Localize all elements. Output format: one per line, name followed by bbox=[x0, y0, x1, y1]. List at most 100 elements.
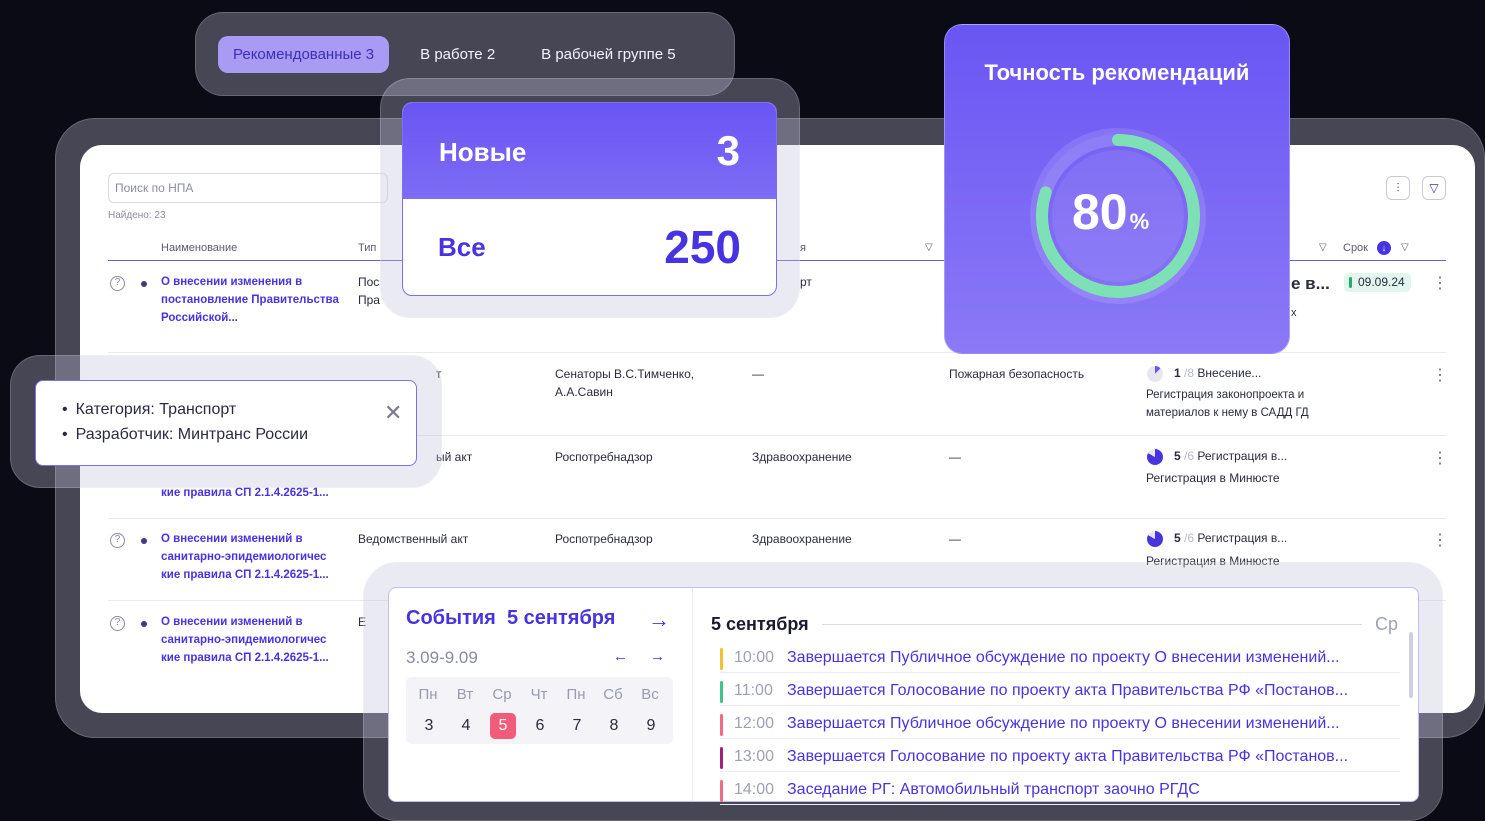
event-text[interactable]: Заседание РГ: Автомобильный транспорт за… bbox=[787, 781, 1200, 799]
table-row-name[interactable]: О внесении изменения в постановление Пра… bbox=[161, 273, 346, 327]
table-row-stage: 5 /6 Регистрация в... bbox=[1174, 449, 1288, 463]
calendar-weekday: Вс bbox=[641, 686, 659, 703]
table-row-sphere: Здравоохранение bbox=[752, 532, 852, 546]
row-menu-icon[interactable]: ⋮ bbox=[1432, 365, 1448, 385]
event-text[interactable]: Завершается Голосование по проекту акта … bbox=[787, 748, 1348, 766]
event-color-bar bbox=[720, 714, 723, 736]
events-title: События 5 сентября bbox=[406, 607, 615, 630]
tab-recommended[interactable]: Рекомендованные 3 bbox=[218, 36, 390, 73]
day-title: 5 сентября bbox=[711, 614, 809, 634]
next-week-icon[interactable]: → bbox=[650, 648, 665, 665]
search-input[interactable]: Поиск по НПА bbox=[108, 173, 388, 203]
table-row-type: Ведомственный акт bbox=[358, 532, 469, 546]
filter-card bbox=[35, 380, 417, 466]
table-row-sphere: — bbox=[752, 367, 764, 381]
help-icon[interactable]: ? bbox=[110, 616, 125, 631]
deadline-badge: 09.09.24 bbox=[1344, 273, 1411, 292]
arrow-right-icon[interactable]: → bbox=[648, 607, 670, 633]
events-title-date: 5 сентября bbox=[506, 607, 616, 629]
calendar-day[interactable]: 8 bbox=[601, 713, 627, 739]
header-sphere[interactable]: я bbox=[800, 242, 806, 254]
events-title-label: События bbox=[406, 607, 496, 629]
progress-ring-icon bbox=[1147, 366, 1163, 382]
filter-item: Категория: Транспорт bbox=[62, 401, 237, 419]
unread-dot bbox=[141, 621, 147, 627]
progress-ring-icon bbox=[1147, 449, 1163, 465]
unread-dot bbox=[141, 538, 147, 544]
table-row-stage: 1 /8 Внесение... bbox=[1174, 366, 1262, 380]
row-divider bbox=[108, 518, 1446, 519]
table-row-stage-sub: х bbox=[1291, 307, 1297, 319]
day-weekday: Ср bbox=[1375, 614, 1399, 634]
filter-icon[interactable]: ▽ bbox=[1422, 176, 1446, 200]
help-icon[interactable]: ? bbox=[110, 276, 125, 291]
help-icon[interactable]: ? bbox=[110, 533, 125, 548]
calendar-day[interactable]: 3 bbox=[416, 713, 442, 739]
table-row-author: Роспотребнадзор bbox=[555, 532, 653, 546]
header-type[interactable]: Тип bbox=[358, 242, 376, 254]
week-range: 3.09-9.09 bbox=[406, 648, 478, 667]
event-color-bar bbox=[720, 648, 723, 670]
accuracy-value: 80% bbox=[1072, 183, 1149, 241]
row-menu-icon[interactable]: ⋮ bbox=[1432, 448, 1448, 468]
scrollbar[interactable] bbox=[1409, 632, 1413, 698]
column-filter-icon[interactable]: ▽ bbox=[925, 242, 933, 253]
table-row-sphere: Здравоохранение bbox=[752, 450, 852, 464]
event-color-bar bbox=[720, 747, 723, 769]
new-label: Новые bbox=[439, 137, 527, 167]
tab-working-group[interactable]: В рабочей группе 5 bbox=[526, 36, 690, 73]
found-count: Найдено: 23 bbox=[108, 210, 166, 221]
table-row-name[interactable]: О внесении изменений в санитарно-эпидеми… bbox=[161, 530, 346, 584]
accuracy-unit: % bbox=[1129, 209, 1150, 234]
table-row-category: — bbox=[949, 450, 961, 464]
event-time: 13:00 bbox=[734, 748, 775, 765]
table-row-name[interactable]: О внесении изменений в санитарно-эпидеми… bbox=[161, 613, 346, 667]
accuracy-title: Точность рекомендаций bbox=[984, 60, 1250, 85]
table-row-stage: 5 /6 Регистрация в... bbox=[1174, 531, 1288, 545]
counts-card: Новые 3 bbox=[402, 102, 777, 296]
table-row-stage: е в... bbox=[1291, 274, 1330, 293]
event-text[interactable]: Завершается Голосование по проекту акта … bbox=[787, 682, 1348, 700]
event-item[interactable]: 10:00 Завершается Публичное обсуждение по… bbox=[720, 645, 1400, 673]
close-icon[interactable]: ✕ bbox=[384, 400, 402, 426]
calendar-day[interactable]: 9 bbox=[638, 713, 664, 739]
table-row-stage-sub: Регистрация законопроекта и материалов к… bbox=[1146, 389, 1309, 419]
calendar-day[interactable]: 4 bbox=[453, 713, 479, 739]
column-filter-icon[interactable]: ▽ bbox=[1401, 242, 1409, 253]
new-count-block[interactable]: Новые 3 bbox=[403, 103, 776, 199]
event-item[interactable]: 14:00 Заседание РГ: Автомобильный транспо… bbox=[720, 777, 1400, 805]
header-deadline[interactable]: Срок bbox=[1343, 242, 1368, 254]
new-value: 3 bbox=[716, 127, 740, 174]
event-text[interactable]: Завершается Публичное обсуждение по прое… bbox=[787, 715, 1340, 733]
event-item[interactable]: 13:00 Завершается Голосование по проекту … bbox=[720, 744, 1400, 772]
table-row-stage-sub: Регистрация в Минюсте bbox=[1146, 471, 1280, 485]
row-menu-icon[interactable]: ⋮ bbox=[1432, 530, 1448, 550]
event-text[interactable]: Завершается Публичное обсуждение по прое… bbox=[787, 649, 1340, 667]
row-menu-icon[interactable]: ⋮ bbox=[1432, 273, 1448, 293]
event-item[interactable]: 11:00 Завершается Голосование по проекту … bbox=[720, 678, 1400, 706]
header-name[interactable]: Наименование bbox=[161, 242, 237, 254]
settings-sliders-icon[interactable]: ⫶ bbox=[1386, 176, 1410, 200]
event-time: 12:00 bbox=[734, 715, 775, 732]
calendar-day[interactable]: 6 bbox=[527, 713, 553, 739]
filter-item: Разработчик: Минтранс России bbox=[62, 426, 308, 444]
sort-down-icon[interactable]: ↓ bbox=[1377, 241, 1391, 255]
calendar-weekday: Вт bbox=[456, 686, 474, 703]
table-row-category: — bbox=[949, 532, 961, 546]
day-title-line bbox=[822, 624, 1362, 625]
column-filter-icon[interactable]: ▽ bbox=[1319, 242, 1327, 253]
table-row-category: Пожарная безопасность bbox=[949, 367, 1085, 381]
calendar-day[interactable]: 5 bbox=[490, 713, 516, 739]
progress-ring-icon bbox=[1147, 531, 1163, 547]
calendar-weekday: Пн bbox=[418, 686, 438, 703]
tab-bar: Рекомендованные 3 В работе 2 В рабочей г… bbox=[218, 36, 707, 73]
event-time: 10:00 bbox=[734, 649, 775, 666]
prev-week-icon[interactable]: ← bbox=[613, 648, 628, 665]
events-divider bbox=[692, 588, 693, 801]
tab-in-work[interactable]: В работе 2 bbox=[405, 36, 510, 73]
calendar-day[interactable]: 7 bbox=[564, 713, 590, 739]
table-row-author: Роспотребнадзор bbox=[555, 450, 653, 464]
event-time: 14:00 bbox=[734, 781, 775, 798]
unread-dot bbox=[141, 281, 147, 287]
event-item[interactable]: 12:00 Завершается Публичное обсуждение по… bbox=[720, 711, 1400, 739]
